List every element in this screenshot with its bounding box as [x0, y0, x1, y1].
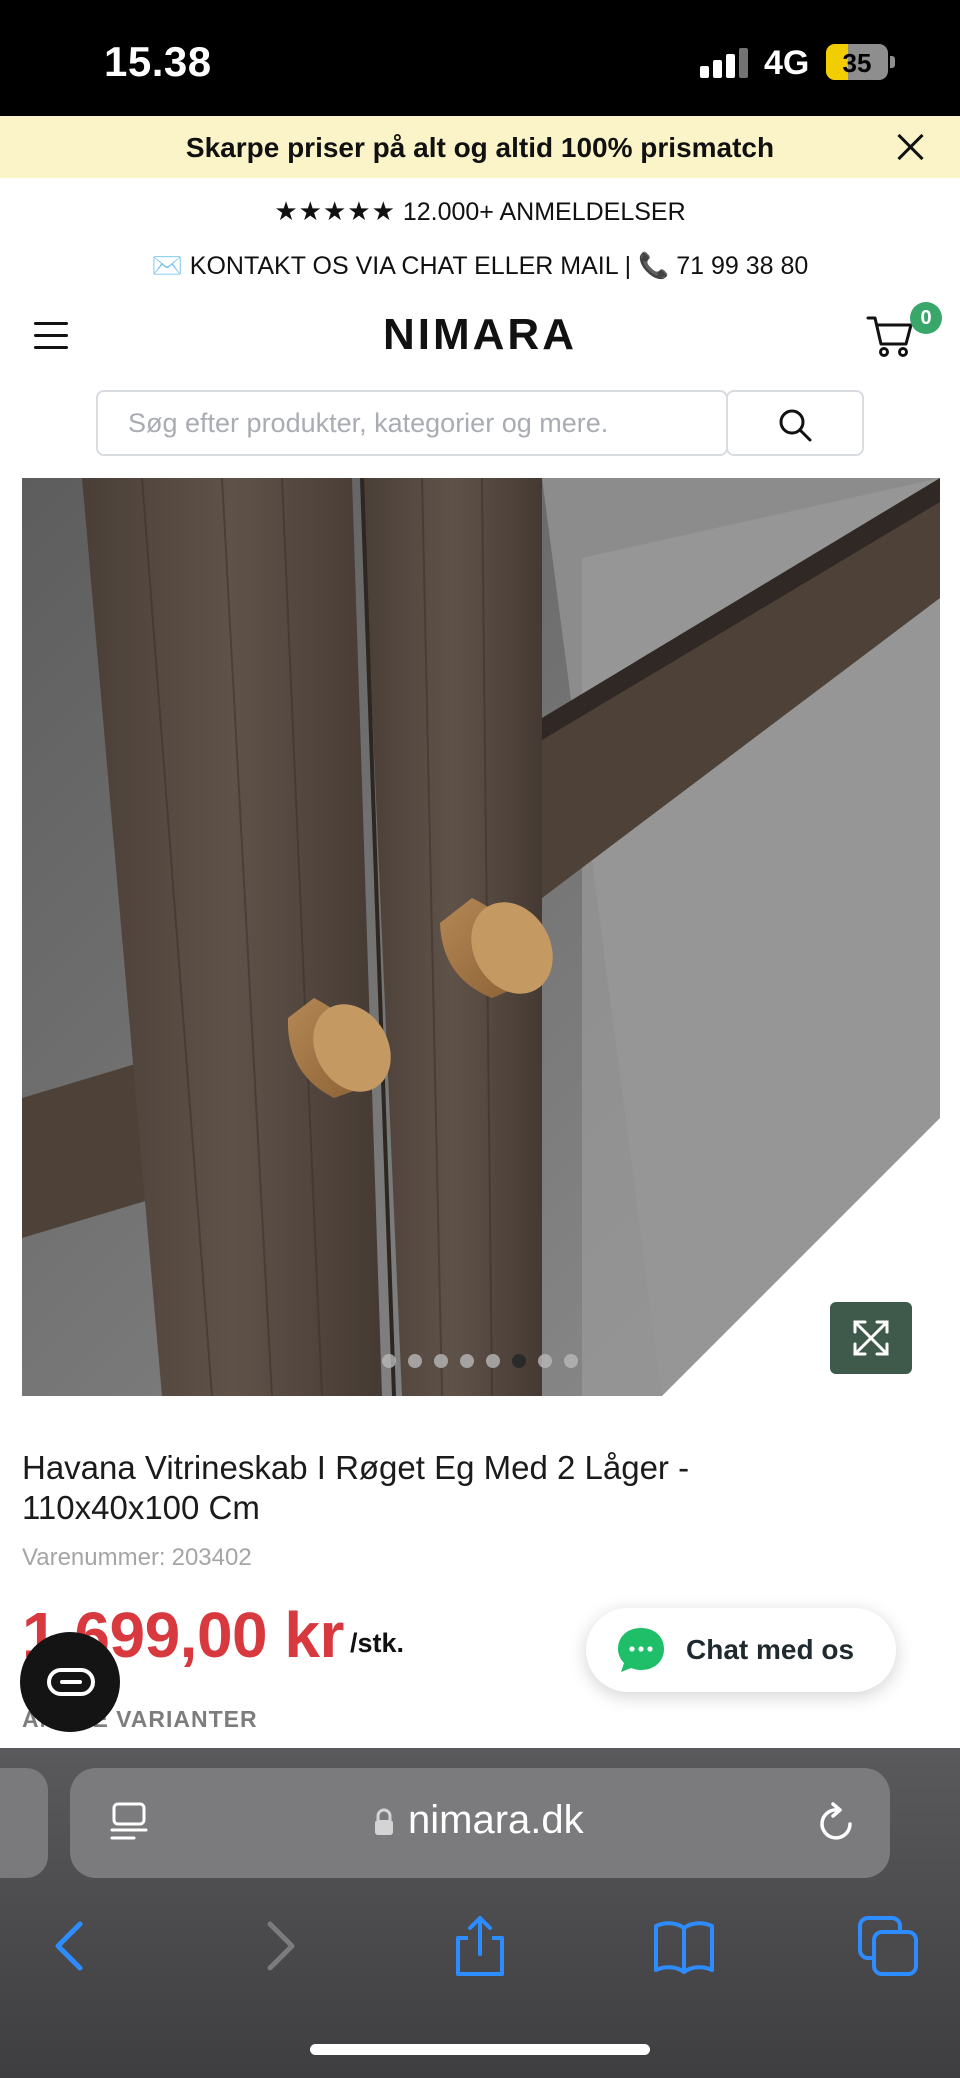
bookmarks-icon[interactable]	[652, 1914, 716, 1978]
chat-button[interactable]: Chat med os	[586, 1608, 896, 1692]
page-menu-icon[interactable]	[110, 1802, 148, 1842]
reviews-count: 12.000+ ANMELDELSER	[402, 198, 686, 226]
tabs-icon[interactable]	[856, 1914, 920, 1978]
search-input[interactable]	[96, 390, 728, 456]
url-text: nimara.dk	[408, 1798, 584, 1842]
network-type: 4G	[764, 44, 810, 82]
share-icon[interactable]	[448, 1914, 512, 1978]
gallery-dot[interactable]	[538, 1354, 552, 1368]
phone-number[interactable]: 71 99 38 80	[676, 252, 808, 280]
gallery-dot[interactable]	[408, 1354, 422, 1368]
previous-tab-peek[interactable]	[0, 1768, 48, 1878]
address-bar[interactable]: nimara.dk	[70, 1768, 890, 1878]
forward-icon[interactable]	[246, 1914, 310, 1978]
cart-count-badge: 0	[910, 302, 942, 334]
expand-icon	[853, 1320, 889, 1356]
phone-icon: 📞	[638, 252, 670, 280]
gallery-dot[interactable]	[434, 1354, 448, 1368]
status-time: 15.38	[104, 38, 212, 85]
gallery-dot[interactable]	[460, 1354, 474, 1368]
link-icon	[47, 1668, 95, 1696]
contact-line[interactable]: ✉️ KONTAKT OS VIA CHAT ELLER MAIL | 📞 71…	[0, 252, 960, 281]
product-title: Havana Vitrineskab I Røget Eg Med 2 Låge…	[22, 1449, 690, 1526]
lock-icon	[375, 1808, 393, 1835]
rating-stars: ★★★★★	[274, 196, 396, 226]
chat-button-label: Chat med os	[686, 1634, 855, 1665]
back-icon[interactable]	[40, 1914, 104, 1978]
sku-label: Varenummer:	[22, 1544, 166, 1571]
signal-icon	[700, 48, 748, 78]
gallery-dot[interactable]	[486, 1354, 500, 1368]
promo-banner: Skarpe priser på alt og altid 100% prism…	[0, 116, 960, 178]
gallery-dot[interactable]	[564, 1354, 578, 1368]
product-image[interactable]	[22, 478, 940, 1396]
gallery-dots	[0, 1354, 960, 1368]
accessibility-button[interactable]	[20, 1632, 120, 1732]
mail-icon: ✉️	[151, 252, 183, 280]
search-button[interactable]	[726, 390, 864, 456]
home-indicator	[310, 2044, 650, 2055]
reviews-line: ★★★★★ 12.000+ ANMELDELSER	[0, 196, 960, 227]
close-icon[interactable]	[896, 132, 926, 162]
gallery-dot[interactable]	[382, 1354, 396, 1368]
contact-text: KONTAKT OS VIA CHAT ELLER MAIL |	[189, 252, 632, 280]
battery-level: 35	[842, 48, 872, 78]
product-photo	[22, 478, 940, 1396]
browser-toolbar: nimara.dk	[0, 1748, 960, 2078]
price-unit: /stk.	[350, 1628, 405, 1658]
reload-icon[interactable]	[816, 1800, 858, 1844]
chat-bubble-icon	[618, 1628, 664, 1672]
cart-icon[interactable]	[866, 314, 914, 358]
search-icon	[779, 409, 812, 442]
gallery-dot[interactable]	[512, 1354, 526, 1368]
sku-value: 203402	[171, 1544, 252, 1571]
promo-text: Skarpe priser på alt og altid 100% prism…	[185, 132, 775, 163]
site-logo[interactable]: NIMARA	[0, 310, 960, 360]
battery-icon: 35	[826, 44, 888, 80]
battery-tip	[890, 56, 895, 68]
sku-line: Varenummer: 203402	[22, 1544, 252, 1572]
status-bar: 15.38 4G 35	[0, 0, 960, 116]
expand-image-button[interactable]	[830, 1302, 912, 1374]
